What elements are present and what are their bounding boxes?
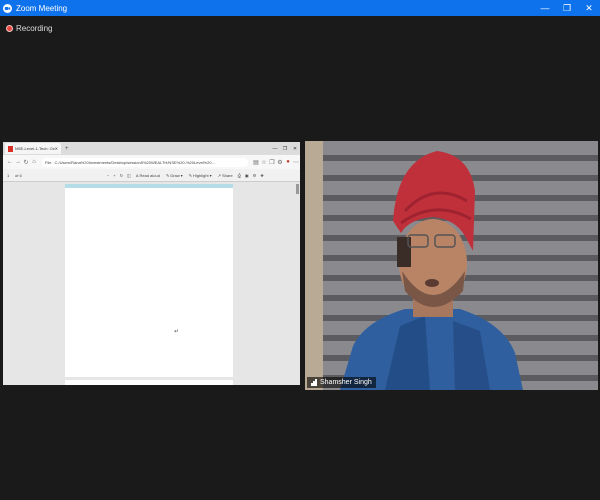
settings-icon[interactable]: ⚙	[253, 173, 257, 178]
save-icon[interactable]: ▣	[245, 173, 249, 178]
more-icon[interactable]: ⋯	[292, 159, 300, 166]
file-label: File	[45, 159, 52, 165]
zoom-in-button[interactable]: +	[113, 173, 115, 178]
browser-address-bar: ← → ↻ ⌂ File C:/Users/Rana%20Investments…	[3, 155, 300, 169]
recording-label: Recording	[16, 24, 53, 33]
fit-page-icon[interactable]: ◫	[127, 173, 131, 178]
print-icon[interactable]: ⎙	[238, 173, 241, 178]
pdf-page	[65, 184, 233, 377]
new-tab-button[interactable]: +	[65, 146, 69, 152]
recording-icon	[6, 25, 13, 32]
home-icon[interactable]: ⌂	[30, 159, 38, 165]
collections-icon[interactable]: ❐	[268, 159, 276, 166]
read-mode-icon[interactable]: ▤	[252, 159, 260, 166]
page-number-input[interactable]: 1	[7, 173, 15, 178]
mouse-cursor-icon: ↵	[174, 329, 180, 335]
extensions-icon[interactable]: ⚙	[276, 159, 284, 166]
address-input[interactable]: File C:/Users/Rana%20Investments/Desktop…	[42, 157, 248, 167]
read-aloud-button[interactable]: A Read aloud	[136, 173, 160, 178]
close-button[interactable]: ✕	[578, 0, 600, 16]
pin-icon[interactable]: ❖	[260, 173, 264, 178]
browser-tab-bar: NSE-Level-1-Tech: Oct 2023... ✕ + — ❐ ✕	[3, 142, 300, 155]
favorite-icon[interactable]: ☆	[260, 159, 268, 166]
restore-button[interactable]: ❐	[556, 0, 578, 16]
participant-video[interactable]: Shamsher Singh	[305, 141, 598, 390]
rotate-icon[interactable]: ↻	[120, 173, 123, 178]
scrollbar[interactable]	[296, 184, 299, 194]
draw-button[interactable]: ✎ Draw ▾	[166, 173, 183, 178]
minimize-button[interactable]: —	[534, 0, 556, 16]
participant-image	[340, 151, 523, 390]
window-title: Zoom Meeting	[16, 3, 68, 13]
refresh-icon[interactable]: ↻	[22, 159, 30, 166]
pdf-icon	[8, 145, 13, 152]
browser-close-icon[interactable]: ✕	[290, 146, 300, 152]
page-count: of 6	[15, 172, 22, 178]
pdf-toolbar: 1 of 6 − + ↻ ◫ A Read aloud ✎ Draw ▾ ✎ H…	[3, 169, 300, 182]
chevron-down-icon: ▾	[209, 172, 212, 178]
read-aloud-icon: A	[135, 172, 139, 178]
pdf-next-page	[65, 380, 233, 385]
tab-close-icon[interactable]: ✕	[55, 146, 58, 151]
forward-icon[interactable]: →	[14, 159, 22, 165]
zoom-app-icon	[3, 3, 12, 13]
profile-icon[interactable]: ●	[284, 159, 292, 165]
share-button[interactable]: ↗ Share	[218, 173, 233, 178]
address-text: C:/Users/Rana%20Investments/Desktop/sess…	[54, 159, 215, 165]
connection-signal-icon	[311, 379, 317, 386]
zoom-out-button[interactable]: −	[107, 173, 109, 178]
participant-name-tag: Shamsher Singh	[307, 377, 376, 388]
back-icon[interactable]: ←	[6, 159, 14, 165]
share-icon: ↗	[217, 172, 221, 178]
pdf-viewer[interactable]: ↵	[3, 182, 300, 385]
browser-tab[interactable]: NSE-Level-1-Tech: Oct 2023... ✕	[5, 143, 61, 154]
browser-minimize-icon[interactable]: —	[270, 146, 280, 152]
participant-name: Shamsher Singh	[320, 379, 372, 386]
browser-restore-icon[interactable]: ❐	[280, 146, 290, 152]
chevron-down-icon: ▾	[180, 172, 183, 178]
tab-title: NSE-Level-1-Tech: Oct 2023...	[15, 146, 55, 151]
highlight-icon: ✎	[188, 172, 193, 178]
draw-icon: ✎	[165, 172, 170, 178]
recording-indicator[interactable]: Recording	[6, 24, 52, 33]
window-titlebar: Zoom Meeting — ❐ ✕	[0, 0, 600, 16]
highlight-button[interactable]: ✎ Highlight ▾	[189, 173, 212, 178]
shared-screen: NSE-Level-1-Tech: Oct 2023... ✕ + — ❐ ✕ …	[3, 142, 300, 385]
